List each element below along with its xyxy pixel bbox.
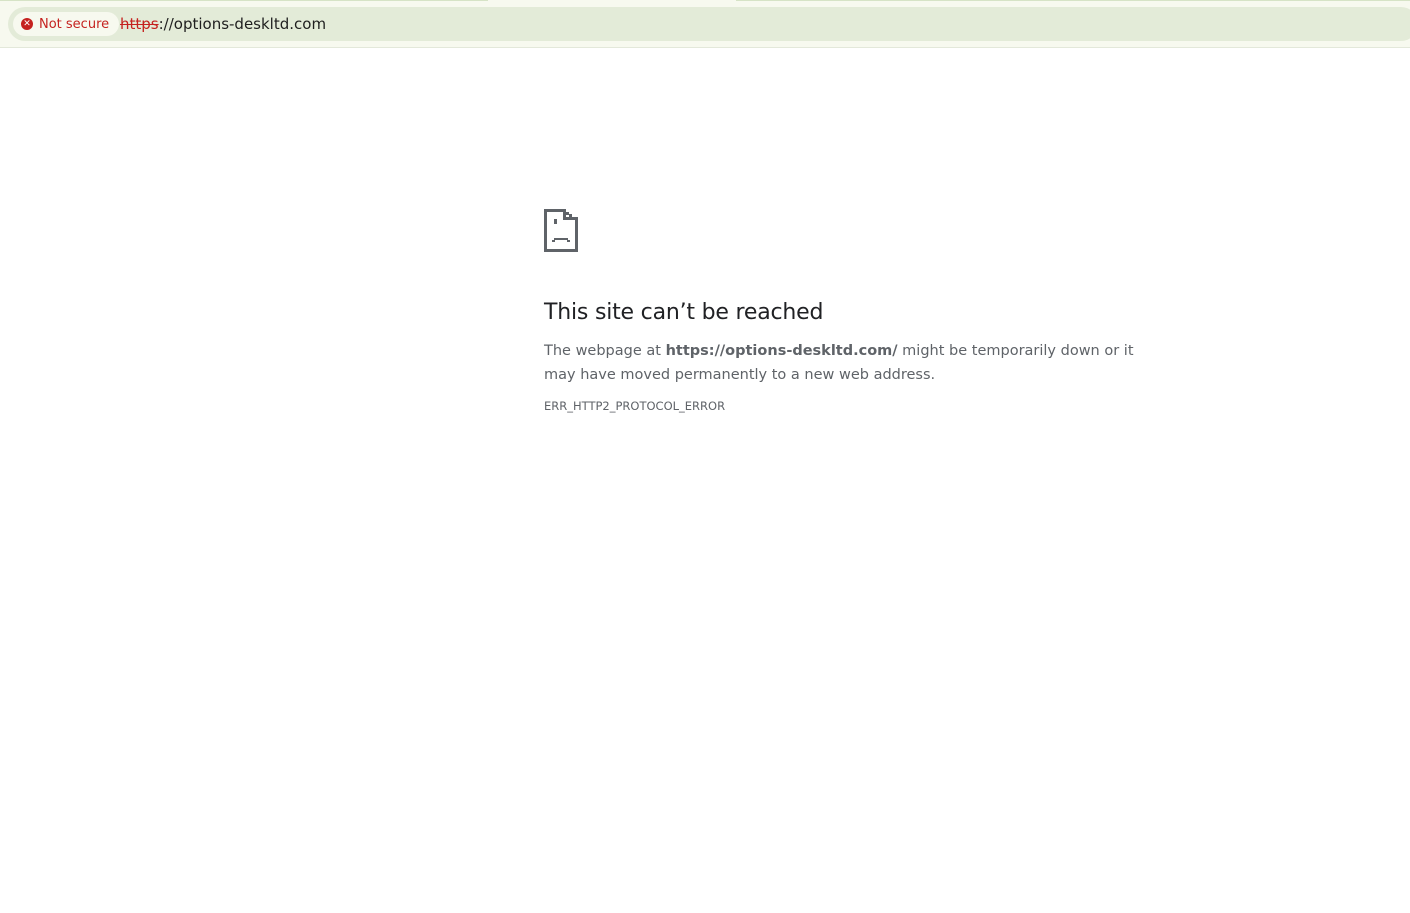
url-scheme: https bbox=[120, 15, 159, 33]
url-text[interactable]: https://options-deskltd.com bbox=[120, 15, 326, 33]
address-bar[interactable]: ✕ Not secure https://options-deskltd.com bbox=[8, 7, 1410, 41]
browser-toolbar: ✕ Not secure https://options-deskltd.com bbox=[0, 0, 1410, 48]
error-url: https://options-deskltd.com/ bbox=[665, 343, 898, 359]
error-description: The webpage at https://options-deskltd.c… bbox=[544, 339, 1164, 387]
error-code: ERR_HTTP2_PROTOCOL_ERROR bbox=[544, 399, 726, 413]
tab-strip-edge bbox=[0, 0, 488, 1]
sad-file-icon bbox=[544, 209, 578, 252]
error-page: This site can’t be reached The webpage a… bbox=[544, 209, 1164, 413]
url-host: ://options-deskltd.com bbox=[158, 15, 327, 33]
security-label: Not secure bbox=[39, 16, 110, 32]
desc-prefix: The webpage at bbox=[544, 343, 666, 359]
error-circle-icon: ✕ bbox=[21, 18, 33, 30]
error-title: This site can’t be reached bbox=[544, 300, 824, 325]
tab-strip-edge bbox=[736, 0, 1410, 1]
security-chip[interactable]: ✕ Not secure bbox=[13, 12, 120, 36]
